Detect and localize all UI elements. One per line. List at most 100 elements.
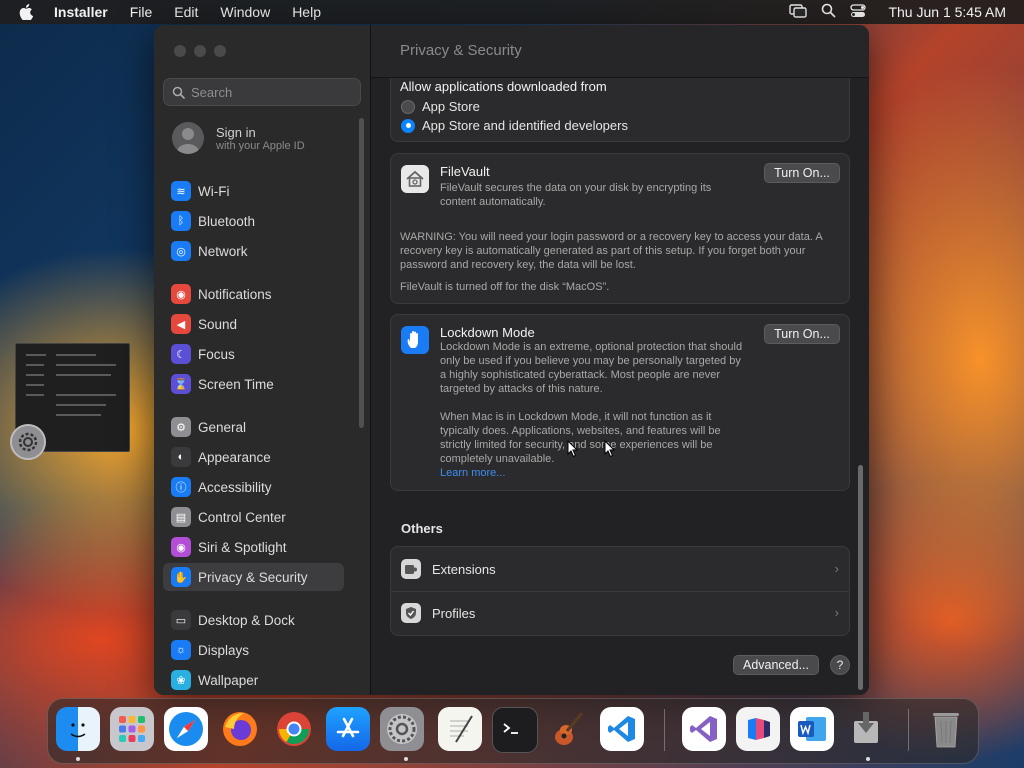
learn-more-link[interactable]: Learn more... xyxy=(440,466,505,480)
sidebar-item-wallpaper[interactable]: ❀ Wallpaper xyxy=(163,666,344,694)
menu-edit[interactable]: Edit xyxy=(174,4,198,20)
desktop-dock-icon: ▭ xyxy=(171,610,191,630)
system-settings-icon[interactable] xyxy=(380,707,424,751)
radio-button-off[interactable] xyxy=(401,99,415,114)
sidebar-item-label: Focus xyxy=(198,346,235,362)
filevault-turn-on-button[interactable]: Turn On... xyxy=(764,163,840,183)
running-indicator xyxy=(866,757,870,761)
search-input[interactable]: Search xyxy=(163,78,361,106)
apple-menu-icon[interactable] xyxy=(18,4,34,20)
dock-separator xyxy=(908,709,909,751)
sidebar-item-wi-fi[interactable]: ≋ Wi-Fi xyxy=(163,177,344,205)
zoom-button[interactable] xyxy=(214,45,226,57)
sidebar-item-desktop-dock[interactable]: ▭ Desktop & Dock xyxy=(163,606,344,634)
search-placeholder: Search xyxy=(191,84,233,100)
sidebar-item-accessibility[interactable]: ⓘ Accessibility xyxy=(163,473,344,501)
terminal-icon[interactable] xyxy=(492,707,538,753)
installer-icon[interactable] xyxy=(844,707,888,751)
minimize-button[interactable] xyxy=(194,45,206,57)
menu-clock[interactable]: Thu Jun 1 5:45 AM xyxy=(888,4,1006,20)
sidebar-item-label: Appearance xyxy=(198,449,271,465)
lockdown-card: Lockdown Mode Lockdown Mode is an extrem… xyxy=(390,314,850,491)
mouse-cursor-icon xyxy=(567,440,579,458)
network-icon: ◎ xyxy=(171,241,191,261)
sidebar-item-bluetooth[interactable]: ᛒ Bluetooth xyxy=(163,207,344,235)
sidebar-item-sound[interactable]: ◀ Sound xyxy=(163,310,344,338)
profiles-icon xyxy=(401,603,421,623)
vscode-icon[interactable] xyxy=(600,707,644,751)
textedit-icon[interactable] xyxy=(438,707,482,751)
sidebar-item-privacy-security[interactable]: ✋ Privacy & Security xyxy=(163,563,344,591)
signin-title: Sign in xyxy=(216,124,256,140)
menu-window[interactable]: Window xyxy=(220,4,270,20)
siri-icon: ◉ xyxy=(171,537,191,557)
sidebar-item-notifications[interactable]: ◉ Notifications xyxy=(163,280,344,308)
sidebar-item-displays[interactable]: ☼ Displays xyxy=(163,636,344,664)
screen-mirroring-icon[interactable] xyxy=(789,3,808,21)
sidebar-item-label: Privacy & Security xyxy=(198,569,308,585)
row-extensions[interactable]: Extensions › xyxy=(391,547,849,592)
control-center-icon[interactable] xyxy=(850,3,867,21)
row-label: Extensions xyxy=(432,561,496,577)
sidebar: Search Sign in with your Apple ID ≋ Wi-Fi… xyxy=(154,25,371,695)
close-button[interactable] xyxy=(174,45,186,57)
radio-button-on[interactable] xyxy=(401,118,415,133)
filevault-card: FileVault FileVault secures the data on … xyxy=(390,153,850,304)
row-profiles[interactable]: Profiles › xyxy=(391,591,849,635)
advanced-button[interactable]: Advanced... xyxy=(733,655,819,675)
avatar-icon xyxy=(172,122,204,154)
row-label: Profiles xyxy=(432,605,476,621)
sidebar-item-label: Bluetooth xyxy=(198,213,256,229)
sidebar-item-label: Siri & Spotlight xyxy=(198,539,287,555)
launchpad-icon[interactable] xyxy=(110,707,154,751)
lockdown-turn-on-button[interactable]: Turn On... xyxy=(764,324,840,344)
content-scrollbar[interactable] xyxy=(858,465,863,690)
garageband-icon[interactable] xyxy=(546,707,590,751)
dock-separator xyxy=(664,709,665,751)
others-heading: Others xyxy=(401,521,443,536)
sidebar-item-siri-spotlight[interactable]: ◉ Siri & Spotlight xyxy=(163,533,344,561)
sidebar-item-appearance[interactable]: ◐ Appearance xyxy=(163,443,344,471)
visual-studio-icon[interactable] xyxy=(682,707,726,751)
lockdown-hand-icon xyxy=(401,326,429,354)
app-store-icon[interactable] xyxy=(326,707,370,751)
lockdown-description: Lockdown Mode is an extreme, optional pr… xyxy=(440,341,743,395)
word-icon[interactable] xyxy=(790,707,834,751)
wifi-icon: ≋ xyxy=(171,181,191,201)
radio-label: App Store xyxy=(422,99,480,114)
signin-subtitle: with your Apple ID xyxy=(216,139,305,152)
chrome-icon[interactable] xyxy=(272,707,316,751)
safari-icon[interactable] xyxy=(164,707,208,751)
testflight-icon[interactable] xyxy=(736,707,780,751)
firefox-icon[interactable] xyxy=(218,707,262,751)
content-pane: Allow applications downloaded from App S… xyxy=(371,25,869,695)
sidebar-item-screen-time[interactable]: ⌛ Screen Time xyxy=(163,370,344,398)
menu-app-name[interactable]: Installer xyxy=(54,4,108,20)
content-titlebar: Privacy & Security xyxy=(371,25,869,78)
focus-icon: ☾ xyxy=(171,344,191,364)
radio-app-store[interactable]: App Store xyxy=(401,99,480,114)
menu-help[interactable]: Help xyxy=(292,4,321,20)
menu-file[interactable]: File xyxy=(130,4,153,20)
spotlight-search-icon[interactable] xyxy=(821,3,836,21)
system-settings-window: Search Sign in with your Apple ID ≋ Wi-Fi… xyxy=(154,25,869,695)
apple-id-signin[interactable]: Sign in with your Apple ID xyxy=(172,122,305,154)
sidebar-scrollbar[interactable] xyxy=(359,118,364,428)
radio-app-store-identified[interactable]: App Store and identified developers xyxy=(401,118,628,133)
lockdown-description-2: When Mac is in Lockdown Mode, it will no… xyxy=(440,411,721,465)
finder-icon[interactable] xyxy=(56,707,100,751)
general-icon: ⚙ xyxy=(171,417,191,437)
screen-time-icon: ⌛ xyxy=(171,374,191,394)
trash-icon[interactable] xyxy=(924,707,968,751)
sidebar-item-label: Sound xyxy=(198,316,238,332)
accessibility-icon: ⓘ xyxy=(171,477,191,497)
system-settings-gear-icon[interactable] xyxy=(10,424,46,460)
sidebar-item-network[interactable]: ◎ Network xyxy=(163,237,344,265)
bluetooth-icon: ᛒ xyxy=(171,211,191,231)
sidebar-item-focus[interactable]: ☾ Focus xyxy=(163,340,344,368)
running-indicator xyxy=(76,757,80,761)
help-button[interactable]: ? xyxy=(830,655,850,675)
sidebar-item-control-center[interactable]: ▤ Control Center xyxy=(163,503,344,531)
sidebar-item-general[interactable]: ⚙ General xyxy=(163,413,344,441)
window-controls xyxy=(174,45,226,57)
